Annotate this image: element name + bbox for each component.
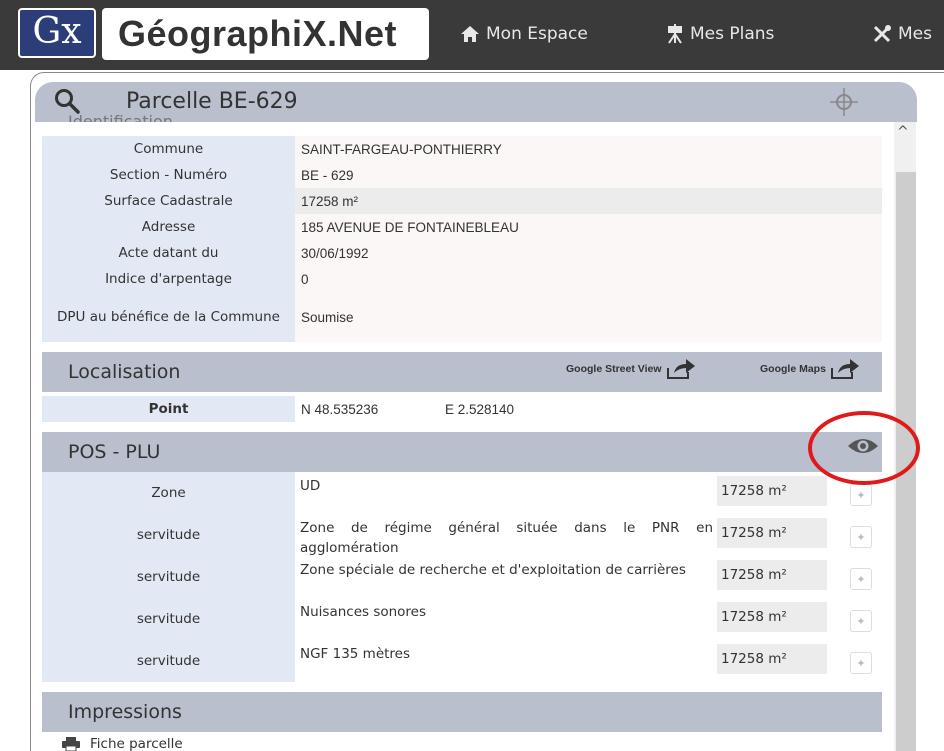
nav-mes-outils[interactable]: Mes	[872, 24, 932, 44]
table-row: Section - Numéro BE - 629	[42, 162, 882, 188]
nav-mon-espace[interactable]: Mon Espace	[460, 24, 588, 44]
nav-mon-espace-label: Mon Espace	[486, 24, 588, 44]
point-label: Point	[42, 396, 295, 422]
row-label: Indice d'arpentage	[42, 266, 295, 292]
impressions-title: Impressions	[68, 701, 182, 723]
table-row: servitude Zone spéciale de recherche et …	[42, 556, 882, 598]
row-label: Acte datant du	[42, 240, 295, 266]
row-label: DPU au bénéfice de la Commune	[42, 292, 295, 342]
row-surface: 17258 m²	[717, 476, 827, 506]
identification-heading-partial: Identification	[68, 112, 173, 122]
locate-zone-icon[interactable]: ✦	[850, 652, 872, 674]
home-icon	[461, 26, 479, 42]
search-icon[interactable]	[54, 88, 80, 114]
row-label: servitude	[42, 598, 295, 640]
row-description: UD	[300, 478, 321, 494]
easel-icon	[668, 24, 682, 44]
locate-parcel-icon[interactable]	[828, 86, 860, 118]
row-value: 17258 m²	[295, 188, 882, 214]
row-label: Adresse	[42, 214, 295, 240]
row-label: servitude	[42, 556, 295, 598]
row-value: SAINT-FARGEAU-PONTHIERRY	[295, 136, 882, 162]
street-view-link[interactable]: Google Street View	[566, 358, 696, 380]
table-row: Surface Cadastrale 17258 m²	[42, 188, 882, 214]
printer-icon	[62, 737, 80, 751]
row-description: Zone spéciale de recherche et d'exploita…	[300, 562, 686, 578]
highlight-circle	[808, 411, 920, 485]
locate-zone-icon[interactable]: ✦	[850, 484, 872, 506]
row-surface: 17258 m²	[717, 602, 827, 632]
row-value: BE - 629	[295, 162, 882, 188]
point-row: Point N 48.535236 E 2.528140	[42, 396, 882, 422]
row-label: Zone	[42, 472, 295, 514]
row-value: 0	[295, 266, 882, 292]
table-row: Indice d'arpentage 0	[42, 266, 882, 292]
table-row: Adresse 185 AVENUE DE FONTAINEBLEAU	[42, 214, 882, 240]
street-view-label: Google Street View	[566, 363, 662, 375]
row-value: 185 AVENUE DE FONTAINEBLEAU	[295, 214, 882, 240]
longitude-value: E 2.528140	[445, 401, 515, 417]
row-description: Zone de régime général située dans le PN…	[300, 520, 713, 556]
table-row: servitude Nuisances sonores 17258 m² ✦	[42, 598, 882, 640]
row-surface: 17258 m²	[717, 518, 827, 548]
nav-mes-plans-label: Mes Plans	[690, 24, 775, 44]
row-label: servitude	[42, 514, 295, 556]
row-label: servitude	[42, 640, 295, 682]
pos-plu-header: POS - PLU	[42, 432, 882, 472]
google-maps-label: Google Maps	[760, 363, 826, 375]
table-row: Zone UD 17258 m² ✦	[42, 472, 882, 514]
pos-plu-title: POS - PLU	[68, 441, 161, 463]
row-label: Section - Numéro	[42, 162, 295, 188]
share-arrow-icon	[830, 359, 859, 379]
identification-table: Commune SAINT-FARGEAU-PONTHIERRY Section…	[42, 136, 882, 342]
table-row: Acte datant du 30/06/1992	[42, 240, 882, 266]
locate-zone-icon[interactable]: ✦	[850, 610, 872, 632]
latitude-value: N 48.535236	[301, 401, 379, 417]
table-row: Commune SAINT-FARGEAU-PONTHIERRY	[42, 136, 882, 162]
locate-zone-icon[interactable]: ✦	[850, 526, 872, 548]
impressions-header: Impressions	[42, 692, 882, 732]
localisation-title: Localisation	[68, 361, 181, 383]
pos-plu-table: Zone UD 17258 m² ✦ servitude Zone de rég…	[42, 472, 882, 682]
logo-mark[interactable]: Gx	[18, 8, 96, 58]
row-value: 30/06/1992	[295, 240, 882, 266]
row-description: NGF 135 mètres	[300, 646, 411, 662]
google-maps-link[interactable]: Google Maps	[760, 358, 860, 380]
row-label: Surface Cadastrale	[42, 188, 295, 214]
top-navigation-bar: Gx GéographiX.Net Mon Espace Mes Plans M…	[0, 0, 944, 70]
fiche-parcelle-link[interactable]: Fiche parcelle	[62, 736, 183, 751]
table-row: DPU au bénéfice de la Commune Soumise	[42, 292, 882, 342]
row-surface: 17258 m²	[717, 644, 827, 674]
row-surface: 17258 m²	[717, 560, 827, 590]
site-logo[interactable]: GéographiX.Net	[102, 8, 429, 60]
nav-mes-plans[interactable]: Mes Plans	[666, 24, 774, 44]
localisation-header: Localisation Google Street View Google M…	[42, 352, 882, 392]
locate-zone-icon[interactable]: ✦	[850, 568, 872, 590]
row-description: Nuisances sonores	[300, 604, 427, 620]
tools-icon	[873, 25, 891, 43]
fiche-parcelle-label: Fiche parcelle	[90, 736, 183, 751]
row-label: Commune	[42, 136, 295, 162]
row-value: Soumise	[295, 292, 882, 342]
scroll-up-arrow-icon[interactable]: ^	[897, 124, 909, 140]
panel-title: Parcelle BE-629	[126, 89, 298, 114]
table-row: servitude NGF 135 mètres 17258 m² ✦	[42, 640, 882, 682]
table-row: servitude Zone de régime général située …	[42, 514, 882, 556]
share-arrow-icon	[666, 359, 695, 379]
nav-mes-label: Mes	[898, 24, 932, 44]
